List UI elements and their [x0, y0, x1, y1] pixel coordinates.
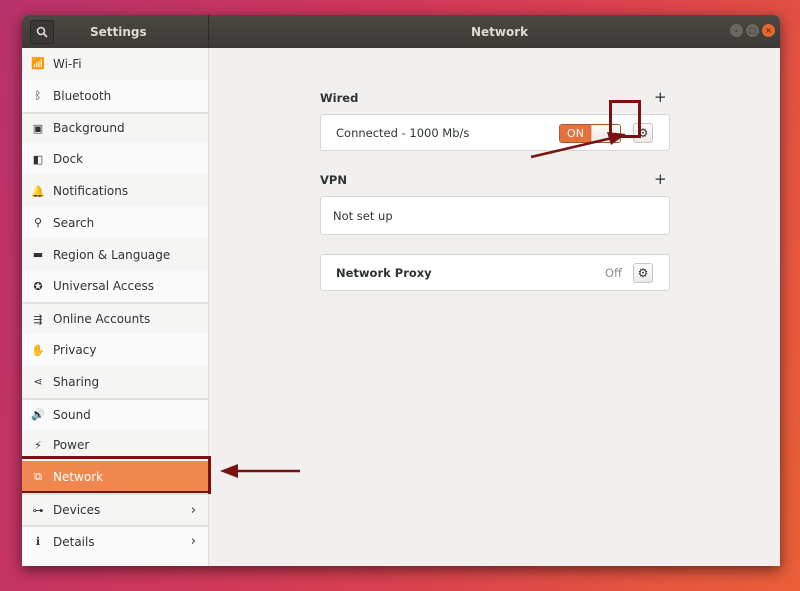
sidebar-item-label: Universal Access: [53, 279, 154, 294]
close-icon: ×: [765, 26, 772, 35]
sidebar-item-label: Wi-Fi: [53, 56, 82, 71]
settings-title: Settings: [90, 25, 147, 39]
wired-status: Connected - 1000 Mb/s: [336, 126, 470, 140]
wifi-icon: 📶: [31, 57, 45, 71]
vpn-section-label: VPN: [320, 173, 347, 187]
sidebar-item-label: Network: [53, 470, 104, 485]
network-highlight-box: [22, 456, 211, 495]
sidebar-item-label: Bluetooth: [53, 88, 112, 103]
network-proxy-row[interactable]: Network Proxy Off ⚙: [320, 254, 670, 291]
chevron-right-icon: ›: [190, 534, 196, 550]
sidebar-item-label: Power: [53, 438, 90, 453]
sidebar: 📶 Wi-Fi ᛒ Bluetooth ▣ Background ◧ Dock 🔔 Notific…: [22, 48, 211, 566]
network-panel: Wired + Connected - 1000 Mb/s ON ⚙ VPN +…: [209, 48, 780, 566]
sidebar-item-network[interactable]: ⧉ Network: [22, 456, 211, 495]
toggle-on-label: ON: [560, 125, 591, 142]
sidebar-item-label: Notifications: [53, 184, 129, 199]
sidebar-item-privacy[interactable]: ✋ Privacy: [22, 334, 208, 366]
bluetooth-icon: ᛒ: [34, 89, 42, 103]
close-button[interactable]: ×: [762, 24, 775, 37]
sidebar-item-label: Online Accounts: [53, 312, 151, 327]
bell-icon: 🔔: [31, 184, 45, 198]
background-icon: ▣: [32, 121, 44, 135]
sidebar-item-devices[interactable]: ⊶ Devices ›: [22, 493, 208, 525]
search-icon: [36, 26, 48, 38]
sidebar-item-bluetooth[interactable]: ᛒ Bluetooth: [22, 80, 208, 112]
sidebar-item-online-accounts[interactable]: ⇶ Online Accounts: [22, 302, 208, 335]
sidebar-item-label: Sharing: [53, 374, 100, 389]
share-icon: ⋖: [33, 375, 43, 389]
sidebar-item-power[interactable]: ⚡ Power: [22, 429, 208, 462]
gear-icon: ⚙: [637, 266, 649, 280]
vpn-row: Not set up: [320, 196, 670, 235]
hand-icon: ✋: [31, 343, 45, 357]
sidebar-item-sharing[interactable]: ⋖ Sharing: [22, 365, 208, 398]
sidebar-item-label: Dock: [53, 152, 84, 167]
wired-section-label: Wired: [320, 91, 359, 105]
sidebar-item-region-language[interactable]: ▬ Region & Language: [22, 238, 208, 271]
sidebar-item-label: Region & Language: [53, 247, 171, 262]
sidebar-item-label: Devices: [53, 503, 101, 518]
online-accounts-icon: ⇶: [33, 312, 43, 326]
add-wired-button[interactable]: +: [654, 88, 667, 106]
vpn-status: Not set up: [333, 209, 393, 223]
dock-icon: ◧: [32, 152, 44, 166]
sidebar-item-label: Sound: [53, 407, 91, 422]
network-proxy-label: Network Proxy: [336, 266, 432, 280]
minimize-button[interactable]: –: [730, 24, 743, 37]
info-icon: ℹ: [35, 535, 41, 549]
proxy-settings-button[interactable]: ⚙: [633, 263, 653, 283]
sidebar-item-label: Details: [53, 534, 95, 549]
sidebar-item-background[interactable]: ▣ Background: [22, 111, 208, 144]
power-icon: ⚡: [34, 438, 42, 452]
sidebar-item-search[interactable]: ⚲ Search: [22, 207, 208, 239]
flag-icon: ▬: [32, 248, 44, 262]
devices-icon: ⊶: [32, 503, 44, 517]
sidebar-item-label: Search: [53, 215, 95, 230]
speaker-icon: 🔊: [31, 408, 45, 422]
panel-title: Network: [471, 25, 529, 39]
sidebar-item-dock[interactable]: ◧ Dock: [22, 143, 208, 175]
sidebar-item-sound[interactable]: 🔊 Sound: [22, 397, 208, 430]
header-bar: Settings Network – □ ×: [22, 15, 780, 48]
minimize-icon: –: [734, 26, 739, 35]
search-button[interactable]: [30, 20, 54, 44]
sidebar-item-label: Privacy: [53, 343, 97, 358]
maximize-button[interactable]: □: [746, 24, 759, 37]
maximize-icon: □: [748, 26, 757, 35]
network-icon: ⧉: [34, 470, 42, 484]
sidebar-item-notifications[interactable]: 🔔 Notifications: [22, 175, 208, 207]
sidebar-item-details[interactable]: ℹ Details ›: [22, 524, 208, 557]
accessibility-icon: ✪: [33, 279, 43, 293]
sidebar-item-universal-access[interactable]: ✪ Universal Access: [22, 271, 208, 303]
header-divider: [208, 15, 209, 48]
chevron-right-icon: ›: [190, 502, 196, 518]
gear-highlight-box: [609, 100, 641, 138]
sidebar-item-label: Background: [53, 121, 125, 136]
add-vpn-button[interactable]: +: [654, 170, 667, 188]
settings-window: Settings Network – □ × 📶 Wi-Fi ᛒ Bluetooth ▣…: [22, 15, 780, 566]
search-icon: ⚲: [33, 216, 43, 230]
network-proxy-status: Off: [605, 266, 622, 280]
sidebar-item-wi-fi[interactable]: 📶 Wi-Fi: [22, 48, 208, 80]
